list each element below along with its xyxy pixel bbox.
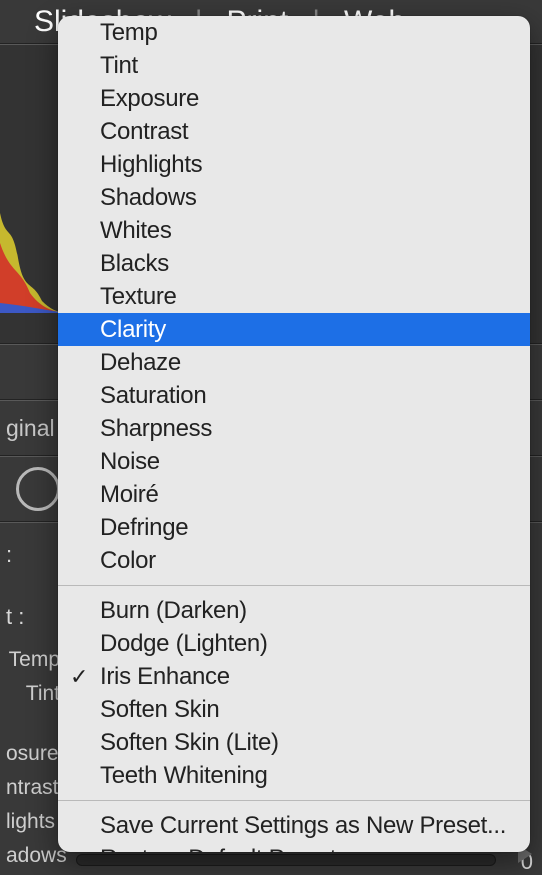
menu-item[interactable]: Dodge (Lighten) <box>58 627 530 660</box>
menu-item-label: Color <box>100 547 156 574</box>
menu-item[interactable]: Sharpness <box>58 412 530 445</box>
menu-item-label: Moiré <box>100 481 159 508</box>
menu-item-label: Dehaze <box>100 349 181 376</box>
menu-item[interactable]: Moiré <box>58 478 530 511</box>
menu-item-label: Soften Skin (Lite) <box>100 729 279 756</box>
menu-item-label: Noise <box>100 448 160 475</box>
menu-item-label: Burn (Darken) <box>100 597 247 624</box>
histogram-icon <box>0 183 60 313</box>
menu-item[interactable]: Noise <box>58 445 530 478</box>
menu-item-label: Shadows <box>100 184 197 211</box>
value-slider[interactable]: 0 <box>76 854 496 866</box>
menu-item[interactable]: Saturation <box>58 379 530 412</box>
menu-item-label: Clarity <box>100 316 166 343</box>
menu-item-label: Exposure <box>100 85 199 112</box>
menu-item[interactable]: Clarity <box>58 313 530 346</box>
menu-item-label: Defringe <box>100 514 188 541</box>
menu-item-label: Iris Enhance <box>100 663 230 690</box>
menu-item-label: Blacks <box>100 250 169 277</box>
menu-item[interactable]: Burn (Darken) <box>58 594 530 627</box>
menu-item-label: Texture <box>100 283 177 310</box>
menu-item[interactable]: Save Current Settings as New Preset... <box>58 809 530 842</box>
menu-item[interactable]: ✓ Iris Enhance <box>58 660 530 693</box>
menu-separator <box>58 800 530 801</box>
menu-item-label: Restore Default Presets <box>100 845 348 852</box>
menu-item[interactable]: Texture <box>58 280 530 313</box>
menu-item[interactable]: Whites <box>58 214 530 247</box>
menu-item[interactable]: Restore Default Presets <box>58 842 530 852</box>
menu-item-label: Dodge (Lighten) <box>100 630 268 657</box>
menu-item[interactable]: Blacks <box>58 247 530 280</box>
menu-item[interactable]: Color <box>58 544 530 577</box>
menu-item-label: Save Current Settings as New Preset... <box>100 812 506 839</box>
menu-item-label: Teeth Whitening <box>100 762 268 789</box>
menu-item[interactable]: Shadows <box>58 181 530 214</box>
menu-item[interactable]: Soften Skin <box>58 693 530 726</box>
effect-context-menu: Temp Tint Exposure Contrast Highlights Shadow… <box>58 16 530 852</box>
menu-item-label: Whites <box>100 217 172 244</box>
checkmark-icon: ✓ <box>70 661 88 692</box>
menu-item[interactable]: Contrast <box>58 115 530 148</box>
menu-item-label: Contrast <box>100 118 188 145</box>
menu-item-label: Temp <box>100 19 158 46</box>
menu-item[interactable]: Teeth Whitening <box>58 759 530 792</box>
menu-item[interactable]: Exposure <box>58 82 530 115</box>
menu-item-label: Saturation <box>100 382 206 409</box>
menu-item-label: Sharpness <box>100 415 212 442</box>
adjustment-tool-icon[interactable] <box>16 467 60 511</box>
menu-item-label: Tint <box>100 52 138 79</box>
menu-item[interactable]: Soften Skin (Lite) <box>58 726 530 759</box>
menu-item[interactable]: Tint <box>58 49 530 82</box>
menu-item[interactable]: Dehaze <box>58 346 530 379</box>
menu-item[interactable]: Defringe <box>58 511 530 544</box>
menu-separator <box>58 585 530 586</box>
menu-item[interactable]: Highlights <box>58 148 530 181</box>
menu-item[interactable]: Temp <box>58 16 530 49</box>
menu-item-label: Highlights <box>100 151 202 178</box>
menu-item-label: Soften Skin <box>100 696 219 723</box>
